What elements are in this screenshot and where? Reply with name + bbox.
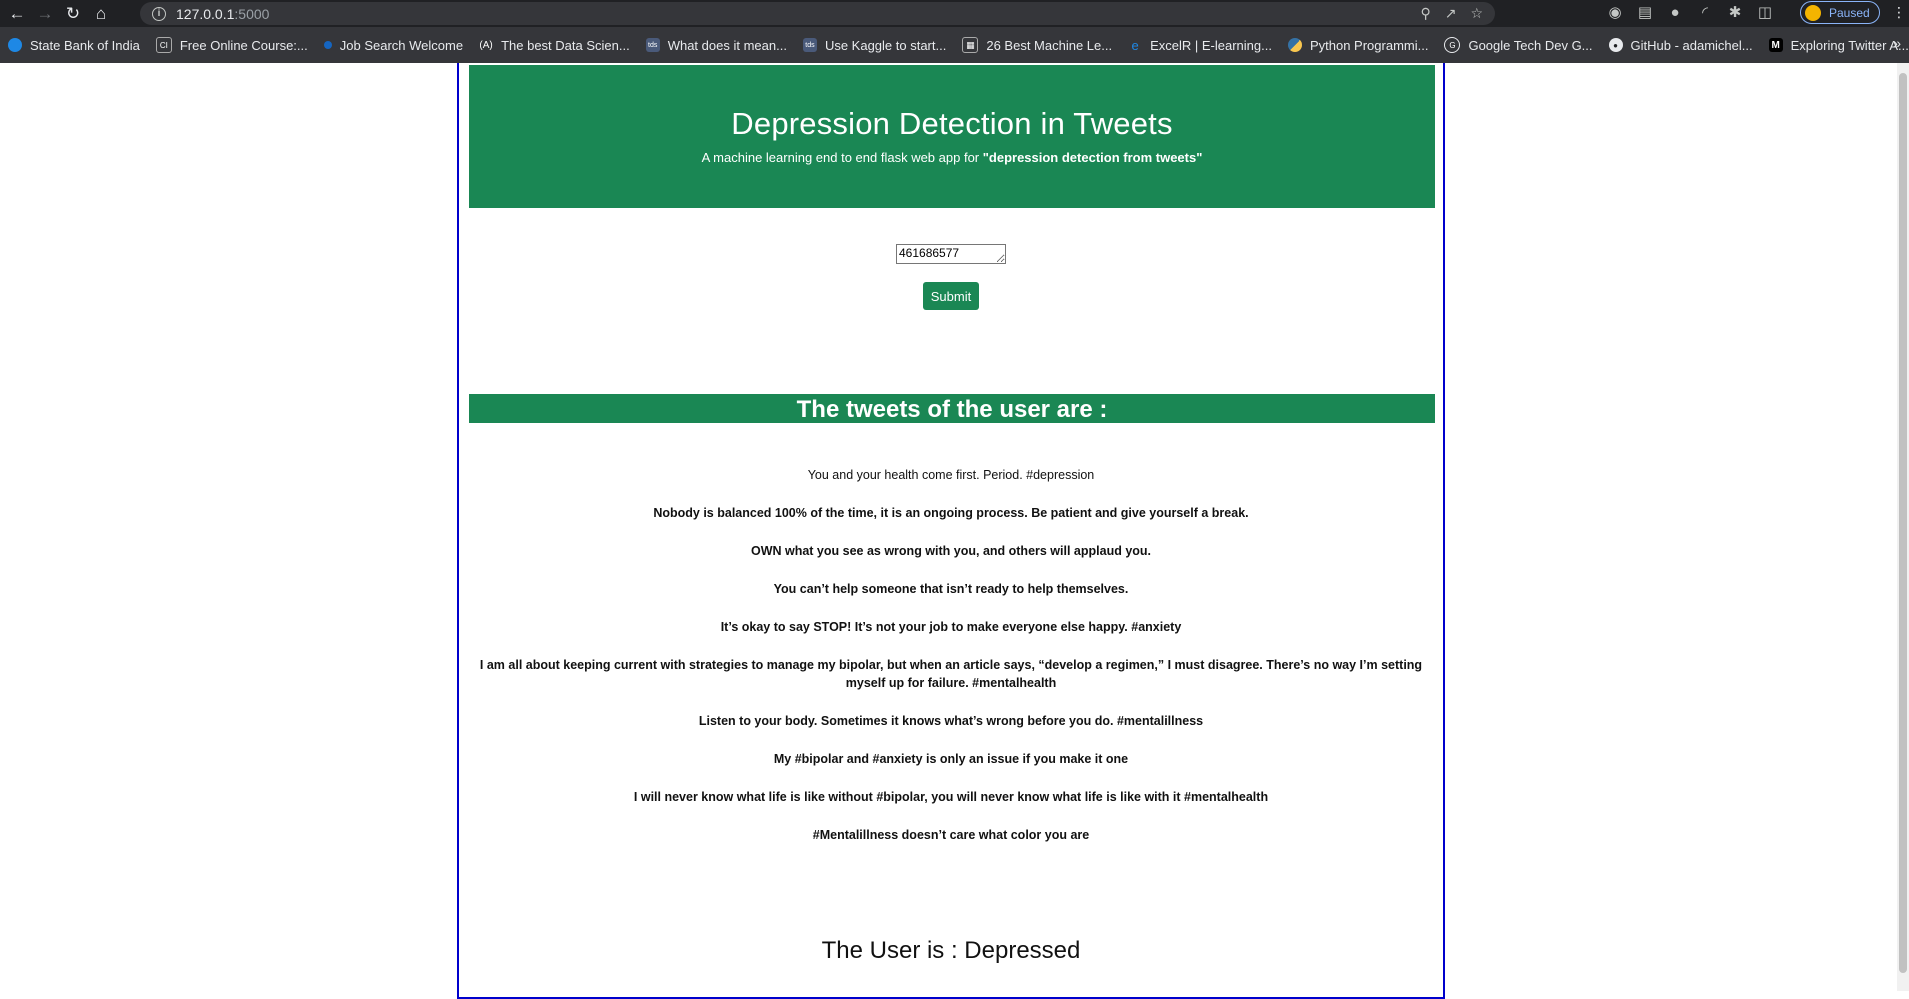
bookmark-item[interactable]: e ExcelR | E-learning... bbox=[1120, 31, 1280, 59]
job-icon bbox=[323, 41, 332, 49]
tweet-item: It’s okay to say STOP! It’s not your job… bbox=[720, 620, 1182, 634]
subtitle-emphasis: "depression detection from tweets" bbox=[982, 150, 1203, 165]
bookmark-label: Free Online Course:... bbox=[179, 37, 308, 53]
bookmark-label: Google Tech Dev G... bbox=[1468, 37, 1593, 53]
page-title: Depression Detection in Tweets bbox=[731, 106, 1173, 141]
reader-extension-icon[interactable]: ▤ bbox=[1635, 3, 1655, 21]
url-port: :5000 bbox=[234, 5, 270, 22]
tweet-item: I will never know what life is like with… bbox=[633, 790, 1269, 804]
tds-icon: tds bbox=[645, 38, 660, 52]
bookmark-item[interactable]: State Bank of India bbox=[0, 31, 148, 59]
bookmark-item[interactable]: tds Use Kaggle to start... bbox=[795, 31, 954, 59]
back-arrow-icon[interactable]: ← bbox=[6, 3, 28, 25]
zoom-icon[interactable]: ⚲ bbox=[1420, 5, 1430, 22]
analytics-icon: (A) bbox=[479, 39, 493, 51]
medium-icon: M bbox=[1768, 38, 1783, 52]
bookmark-label: Exploring Twitter A... bbox=[1790, 37, 1909, 53]
browser-toolbar: ← → ↻ ⌂ i 127.0.0.1:5000 ⚲ ↗ ☆ ◉ ▤ ● ◜ ✱… bbox=[0, 0, 1909, 27]
bookmarks-overflow-icon[interactable]: » bbox=[1893, 35, 1901, 51]
url-text[interactable]: 127.0.0.1:5000 bbox=[176, 6, 269, 22]
excelr-icon: e bbox=[1131, 37, 1139, 53]
profile-status: Paused bbox=[1829, 5, 1870, 20]
user-id-input[interactable]: 461686577 bbox=[896, 244, 1006, 264]
submit-button[interactable]: Submit bbox=[923, 282, 979, 310]
bookmark-label: Use Kaggle to start... bbox=[824, 37, 947, 53]
tweet-item: Nobody is balanced 100% of the time, it … bbox=[653, 506, 1249, 520]
home-icon[interactable]: ⌂ bbox=[90, 3, 112, 25]
side-panel-icon[interactable]: ◫ bbox=[1755, 3, 1775, 21]
bookmark-label: What does it mean... bbox=[667, 37, 787, 53]
tds-icon: tds bbox=[802, 38, 817, 52]
profile-button[interactable]: Paused bbox=[1800, 1, 1880, 24]
bookmark-item[interactable]: tds What does it mean... bbox=[638, 31, 795, 59]
github-icon: ● bbox=[1608, 38, 1623, 52]
more-menu-icon[interactable]: ⋮ bbox=[1892, 4, 1906, 21]
bookmark-label: ExcelR | E-learning... bbox=[1150, 37, 1272, 53]
tweet-item: You can’t help someone that isn’t ready … bbox=[773, 582, 1129, 596]
course-icon: CI bbox=[155, 37, 172, 53]
avatar bbox=[1805, 4, 1821, 21]
grid-icon: ▦ bbox=[962, 37, 979, 53]
bookmark-item[interactable]: (A) The best Data Scien... bbox=[471, 31, 638, 59]
tweet-item: I am all about keeping current with stra… bbox=[479, 658, 1423, 690]
bookmark-star-icon[interactable]: ☆ bbox=[1470, 5, 1483, 22]
forward-arrow-icon[interactable]: → bbox=[34, 3, 56, 25]
subtitle-text: A machine learning end to end flask web … bbox=[701, 150, 983, 165]
tweet-list: You and your health come first. Period. … bbox=[477, 466, 1425, 844]
bookmark-item[interactable]: Python Programmi... bbox=[1280, 31, 1437, 59]
bookmark-item[interactable]: CI Free Online Course:... bbox=[148, 31, 316, 59]
bookmark-item[interactable]: ● GitHub - adamichel... bbox=[1601, 31, 1761, 59]
url-host: 127.0.0.1 bbox=[176, 5, 235, 22]
prediction-result: The User is : Depressed bbox=[821, 937, 1081, 964]
bookmark-item[interactable]: ▦ 26 Best Machine Le... bbox=[954, 31, 1120, 59]
arc-extension-icon[interactable]: ◜ bbox=[1695, 3, 1715, 21]
python-icon bbox=[1287, 38, 1302, 52]
bookmark-label: State Bank of India bbox=[30, 37, 140, 53]
main-container: Depression Detection in Tweets A machine… bbox=[457, 63, 1445, 999]
tweet-item: My #bipolar and #anxiety is only an issu… bbox=[773, 752, 1129, 766]
site-info-icon[interactable]: i bbox=[152, 6, 166, 21]
tweet-item: #Mentalillness doesn’t care what color y… bbox=[812, 828, 1090, 842]
bookmark-item[interactable]: M Exploring Twitter A... bbox=[1761, 31, 1909, 59]
bookmark-label: Python Programmi... bbox=[1309, 37, 1429, 53]
bookmark-item[interactable]: G Google Tech Dev G... bbox=[1436, 31, 1600, 59]
globe-extension-icon[interactable]: ◉ bbox=[1605, 3, 1625, 21]
share-icon[interactable]: ↗ bbox=[1445, 5, 1457, 22]
tweet-item: OWN what you see as wrong with you, and … bbox=[750, 544, 1152, 558]
sbi-icon bbox=[8, 38, 22, 52]
bookmark-label: GitHub - adamichel... bbox=[1630, 37, 1753, 53]
page-subtitle: A machine learning end to end flask web … bbox=[469, 150, 1435, 165]
bookmark-label: 26 Best Machine Le... bbox=[986, 37, 1113, 53]
google-icon: G bbox=[1444, 37, 1461, 53]
bookmark-label: The best Data Scien... bbox=[501, 37, 630, 53]
reload-icon[interactable]: ↻ bbox=[62, 3, 84, 25]
page-scrollbar[interactable] bbox=[1897, 63, 1909, 991]
user-id-form: 461686577 Submit bbox=[459, 244, 1443, 310]
app-header: Depression Detection in Tweets A machine… bbox=[469, 65, 1435, 208]
tweet-item: Listen to your body. Sometimes it knows … bbox=[698, 714, 1204, 728]
puzzle-extensions-icon[interactable]: ✱ bbox=[1725, 3, 1745, 21]
scrollbar-thumb[interactable] bbox=[1899, 73, 1907, 973]
tweets-section-heading: The tweets of the user are : bbox=[469, 394, 1435, 423]
bookmark-label: Job Search Welcome bbox=[339, 37, 464, 53]
address-bar[interactable]: i 127.0.0.1:5000 ⚲ ↗ ☆ bbox=[140, 2, 1495, 25]
bookmarks-bar: State Bank of India CI Free Online Course… bbox=[0, 27, 1909, 63]
tweet-item: You and your health come first. Period. … bbox=[807, 468, 1095, 482]
record-extension-icon[interactable]: ● bbox=[1665, 4, 1685, 21]
bookmark-item[interactable]: Job Search Welcome bbox=[316, 31, 471, 59]
